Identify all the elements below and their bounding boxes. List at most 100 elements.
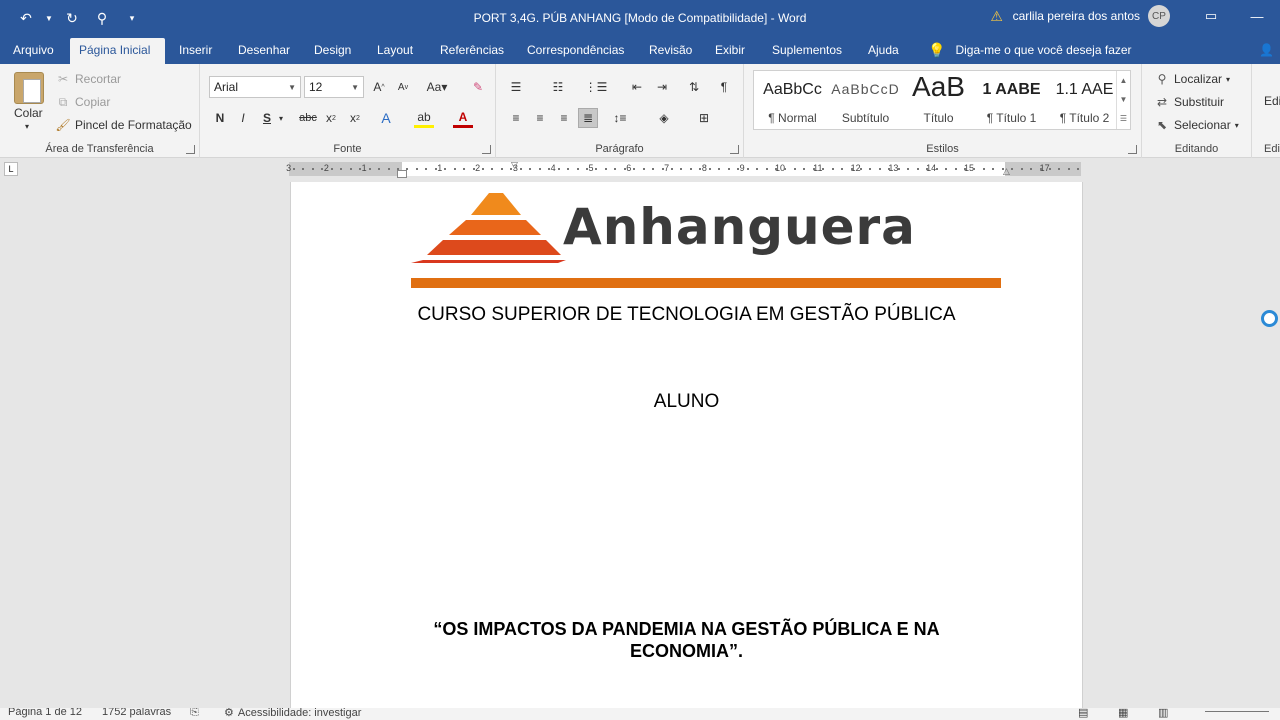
change-case-icon[interactable]: Aa▾	[423, 77, 451, 97]
style-titulo-1[interactable]: 1 AABE ¶ Título 1	[975, 71, 1048, 129]
copy-button[interactable]: ⧉ Copiar	[55, 94, 111, 110]
align-center-icon[interactable]: ≡	[530, 108, 550, 128]
find-button[interactable]: ⚲ Localizar ▾	[1154, 71, 1230, 87]
tab-stop-selector[interactable]: L	[4, 162, 18, 176]
clipboard-group: Colar ▾ ✂ Recortar ⧉ Copiar 🖌 Pincel de …	[0, 64, 200, 158]
tab-inserir[interactable]: Inserir	[170, 38, 221, 64]
line-spacing-icon[interactable]: ↕≡	[610, 108, 630, 128]
decrease-indent-icon[interactable]: ⇤	[627, 77, 647, 97]
superscript-icon[interactable]: x2	[345, 108, 365, 128]
read-mode-icon[interactable]: ▤	[1078, 708, 1088, 719]
tab-correspondencias[interactable]: Correspondências	[518, 38, 633, 64]
replace-button[interactable]: ⇄ Substituir	[1154, 94, 1224, 110]
underline-icon[interactable]: S	[257, 108, 277, 128]
styles-launcher-icon[interactable]	[1128, 145, 1137, 154]
tab-pagina-inicial[interactable]: Página Inicial	[70, 38, 165, 64]
italic-icon[interactable]: I	[233, 108, 253, 128]
grow-font-icon[interactable]: A ^	[369, 77, 389, 97]
minimize-icon[interactable]: —	[1234, 0, 1280, 32]
format-painter-button[interactable]: 🖌 Pincel de Formatação	[55, 117, 191, 133]
accessibility-status[interactable]: ⚙ Acessibilidade: investigar	[224, 708, 361, 719]
ruler-tick	[963, 168, 966, 170]
subscript-icon[interactable]: x2	[321, 108, 341, 128]
indent-marker[interactable]	[397, 170, 407, 178]
chevron-down-icon: ▾	[1234, 120, 1239, 130]
horizontal-ruler[interactable]: 3 2 1 1 2 3 4 5 6 7 8 9 10 11 12 13 14 15 17 ▽ △	[286, 160, 1081, 178]
shrink-font-icon[interactable]: Av	[393, 77, 413, 97]
tab-ajuda[interactable]: Ajuda	[859, 38, 908, 64]
ruler-tick	[699, 168, 702, 170]
style-titulo[interactable]: AaB Título	[902, 71, 975, 129]
numbering-icon[interactable]: ☷	[548, 77, 568, 97]
right-indent-marker[interactable]: △	[1003, 166, 1010, 177]
select-button[interactable]: ⬉ Selecionar ▾	[1154, 117, 1239, 133]
user-area[interactable]: ⚠ carlila pereira dos antos CP	[989, 5, 1170, 27]
font-size-combo[interactable]: 12 ▼	[304, 76, 364, 98]
bold-icon[interactable]: N	[210, 108, 230, 128]
student-label[interactable]: ALUNO	[291, 391, 1082, 413]
ruler-number: 4	[550, 163, 556, 173]
font-launcher-icon[interactable]	[482, 145, 491, 154]
shading-icon[interactable]: ◈	[654, 108, 674, 128]
ruler-tick	[604, 168, 607, 170]
more-styles-icon[interactable]: ☰	[1117, 109, 1130, 128]
document-page[interactable]: Anhanguera CURSO SUPERIOR DE TECNOLOGIA …	[290, 182, 1083, 708]
strikethrough-icon[interactable]: abc	[296, 108, 320, 128]
cut-button[interactable]: ✂ Recortar	[55, 71, 121, 87]
avatar[interactable]: CP	[1148, 5, 1170, 27]
bullets-icon[interactable]: ☰	[506, 77, 526, 97]
paste-dropdown-icon[interactable]: ▾	[25, 122, 29, 131]
clear-formatting-icon[interactable]: ✎	[468, 77, 488, 97]
tab-layout[interactable]: Layout	[368, 38, 422, 64]
multilevel-list-icon[interactable]: ⋮☰	[585, 77, 608, 97]
style-titulo-2[interactable]: 1.1 AAE ¶ Título 2	[1048, 71, 1121, 129]
highlight-icon[interactable]: ab	[414, 108, 434, 128]
document-area[interactable]: Anhanguera CURSO SUPERIOR DE TECNOLOGIA …	[0, 182, 1280, 708]
ruler-number: 9	[739, 163, 745, 173]
tab-suplementos[interactable]: Suplementos	[763, 38, 851, 64]
sort-icon[interactable]: ⇅	[684, 77, 704, 97]
editor-group[interactable]: Edi Edi	[1252, 64, 1280, 158]
chevron-up-icon[interactable]: ▲	[1117, 71, 1130, 90]
font-color-icon[interactable]: A	[453, 108, 473, 128]
borders-icon[interactable]: ⊞	[694, 108, 714, 128]
styles-gallery: AaBbCc ¶ Normal AaBbCcD Subtítulo AaB Tí…	[753, 70, 1131, 130]
tab-referencias[interactable]: Referências	[431, 38, 513, 64]
person-icon: 👤	[1259, 43, 1274, 57]
ruler-tick	[831, 168, 834, 170]
align-left-icon[interactable]: ≡	[506, 108, 526, 128]
paragraph-launcher-icon[interactable]	[730, 145, 739, 154]
share-button[interactable]: 👤 C	[1250, 38, 1280, 81]
style-subtitulo[interactable]: AaBbCcD Subtítulo	[829, 71, 902, 129]
word-count[interactable]: 1752 palavras	[102, 708, 171, 718]
zoom-slider[interactable]	[1205, 711, 1269, 712]
chevron-down-icon[interactable]: ▼	[1117, 90, 1130, 109]
ruler-tick	[907, 168, 910, 170]
clipboard-launcher-icon[interactable]	[186, 145, 195, 154]
tab-exibir[interactable]: Exibir	[706, 38, 754, 64]
tab-desenhar[interactable]: Desenhar	[229, 38, 299, 64]
text-effects-icon[interactable]: A	[376, 108, 396, 128]
ruler-tick	[378, 168, 381, 170]
tab-arquivo[interactable]: Arquivo	[4, 38, 63, 64]
print-layout-icon[interactable]: ▦	[1118, 708, 1128, 719]
ribbon-display-options-icon[interactable]: ▭	[1188, 0, 1234, 32]
justify-icon[interactable]: ≣	[578, 108, 598, 128]
web-layout-icon[interactable]: ▥	[1158, 708, 1168, 719]
tell-me-search[interactable]: 💡 Diga-me o que você deseja fazer	[928, 38, 1132, 64]
page-count[interactable]: Página 1 de 12	[8, 708, 82, 718]
font-group-label: Fonte	[333, 143, 362, 155]
pilcrow-icon[interactable]: ¶	[714, 77, 734, 97]
tab-design[interactable]: Design	[305, 38, 360, 64]
style-normal[interactable]: AaBbCc ¶ Normal	[756, 71, 829, 129]
proofing-icon[interactable]: ⎘	[190, 708, 199, 719]
thesis-title[interactable]: “OS IMPACTOS DA PANDEMIA NA GESTÃO PÚBLI…	[291, 618, 1082, 662]
tab-revisao[interactable]: Revisão	[640, 38, 701, 64]
course-title[interactable]: CURSO SUPERIOR DE TECNOLOGIA EM GESTÃO P…	[291, 304, 1082, 326]
ruler-tick	[453, 168, 456, 170]
underline-dropdown-icon[interactable]: ▾	[276, 108, 286, 128]
increase-indent-icon[interactable]: ⇥	[652, 77, 672, 97]
tab-marker[interactable]: ▽	[511, 160, 518, 171]
font-name-combo[interactable]: Arial ▼	[209, 76, 301, 98]
align-right-icon[interactable]: ≡	[554, 108, 574, 128]
